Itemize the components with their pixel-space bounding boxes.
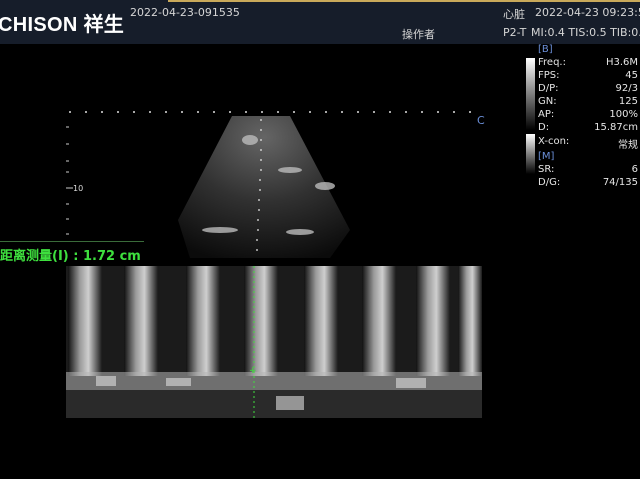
param-row-dp: D/P: 92/3	[538, 83, 638, 94]
param-row-ap: AP: 100%	[538, 109, 638, 120]
depth-marker: 10	[73, 184, 84, 193]
param-row-gain: GN: 125	[538, 96, 638, 107]
param-row-dg: D/G: 74/135	[538, 177, 638, 188]
param-row-xcon: X-con: 常规	[538, 136, 638, 151]
focus-mark: C	[477, 114, 485, 127]
top-scale-dots	[69, 111, 471, 113]
param-row-freq: Freq.: H3.6M	[538, 57, 638, 68]
b-mode-section-label: [B]	[538, 44, 553, 55]
m-mode-trace: +	[66, 266, 482, 418]
measure-underline	[0, 241, 144, 242]
depth-ticks	[66, 126, 73, 235]
m-mode-section-label: [M]	[538, 151, 555, 162]
m-mode-strip: +	[66, 266, 482, 418]
b-gray-scale-bar	[526, 58, 535, 130]
param-row-depth: D: 15.87cm	[538, 122, 638, 133]
svg-text:+: +	[249, 366, 257, 376]
param-row-sr: SR: 6	[538, 164, 638, 175]
distance-measurement: 距离测量(I) : 1.72 cm	[0, 249, 141, 264]
m-gray-scale-bar	[526, 134, 535, 174]
param-row-fps: FPS: 45	[538, 70, 638, 81]
